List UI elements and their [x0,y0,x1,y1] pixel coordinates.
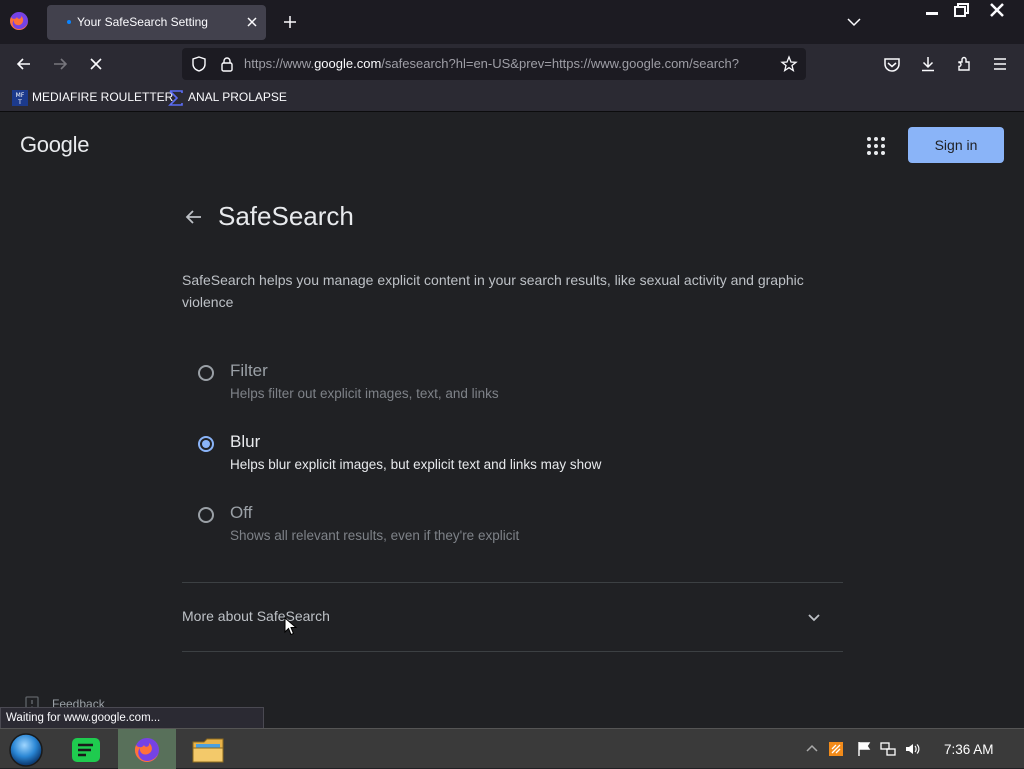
nav-toolbar: https://www.google.com/safesearch?hl=en-… [0,44,1024,84]
mediafire-favicon-icon: MF T [12,90,28,106]
sigma-favicon-icon [168,90,183,106]
tab-safesearch[interactable]: Your SafeSearch Setting [47,5,266,40]
chevron-down-icon[interactable] [844,12,864,32]
notes-app-icon [72,738,100,762]
volume-icon[interactable] [904,741,920,757]
close-tab-icon[interactable] [243,13,261,31]
forward-icon[interactable] [46,50,74,78]
taskbar: 7:36 AM [0,728,1024,769]
back-arrow-icon[interactable] [184,207,204,227]
new-tab-icon[interactable] [280,12,300,32]
hamburger-menu-icon[interactable] [986,50,1014,78]
radio-unchecked-icon[interactable] [196,363,216,383]
loading-indicator [67,20,71,24]
close-window-icon[interactable] [987,1,1007,19]
svg-text:T: T [17,99,22,106]
more-about-safesearch-toggle[interactable]: More about SafeSearch [182,608,330,624]
option-label: Filter [230,361,268,380]
back-icon[interactable] [10,50,38,78]
tracking-shield-icon[interactable] [190,55,208,73]
divider [182,651,843,652]
option-description: Helps filter out explicit images, text, … [230,386,499,401]
bookmark-label: MEDIAFIRE ROULETTER [32,90,174,105]
taskbar-notes-app[interactable] [57,729,115,769]
tab-title: Your SafeSearch Setting [77,15,208,29]
tray-expand-icon[interactable] [804,741,820,757]
google-apps-icon[interactable] [866,136,886,156]
option-label: Off [230,503,253,522]
url-host: google.com [314,56,382,71]
taskbar-firefox-app[interactable] [118,729,176,769]
option-description: Shows all relevant results, even if they… [230,528,520,543]
url-bar[interactable]: https://www.google.com/safesearch?hl=en-… [182,48,806,80]
page-description: SafeSearch helps you manage explicit con… [182,272,804,310]
downloads-icon[interactable] [914,50,942,78]
lock-icon[interactable] [218,55,236,73]
firefox-menu-icon[interactable] [8,10,30,32]
option-description: Helps blur explicit images, but explicit… [230,457,602,472]
status-panel: Waiting for www.google.com... [0,707,264,729]
mouse-cursor-icon [284,617,298,636]
option-off[interactable]: Off Shows all relevant results, even if … [196,498,796,558]
tray-app-icon[interactable] [828,741,844,757]
bookmark-mediafire-rouletter[interactable]: MF T MEDIAFIRE ROULETTER [12,90,173,108]
minimize-icon[interactable] [922,4,942,18]
restore-icon[interactable] [952,2,972,18]
taskbar-explorer-app[interactable] [179,729,237,769]
bookmarks-toolbar: MF T MEDIAFIRE ROULETTER ANAL PROLAPSE [0,84,1024,112]
bookmark-star-icon[interactable] [780,55,798,73]
url-path: /safesearch?hl=en-US&prev=https://www.go… [381,56,739,71]
action-center-flag-icon[interactable] [856,741,872,757]
extensions-icon[interactable] [950,50,978,78]
folder-icon [192,738,224,763]
option-label: Blur [230,432,261,451]
option-filter[interactable]: Filter Helps filter out explicit images,… [196,356,796,416]
sign-in-button[interactable]: Sign in [908,127,1004,163]
clock[interactable]: 7:36 AM [944,742,994,757]
start-button-icon[interactable] [7,731,45,767]
chevron-down-icon[interactable] [804,607,824,627]
network-icon[interactable] [880,741,896,757]
radio-unchecked-icon[interactable] [196,505,216,525]
firefox-icon [134,738,159,762]
page-content: Google Sign in SafeSearch SafeSearch hel… [0,113,1024,728]
pocket-icon[interactable] [878,50,906,78]
bookmark-label: ANAL PROLAPSE [188,90,287,105]
radio-checked-icon[interactable] [196,434,216,454]
bookmark-second[interactable]: ANAL PROLAPSE [168,90,287,108]
google-logo[interactable]: Google [20,132,89,158]
url-prefix: https://www. [244,56,315,71]
url-text[interactable]: https://www.google.com/safesearch?hl=en-… [244,56,772,71]
svg-text:MF: MF [16,92,25,99]
option-blur[interactable]: Blur Helps blur explicit images, but exp… [196,427,796,487]
divider [182,582,843,583]
stop-loading-icon[interactable] [82,50,110,78]
tab-strip: Your SafeSearch Setting [0,0,1024,44]
page-title: SafeSearch [218,201,354,231]
